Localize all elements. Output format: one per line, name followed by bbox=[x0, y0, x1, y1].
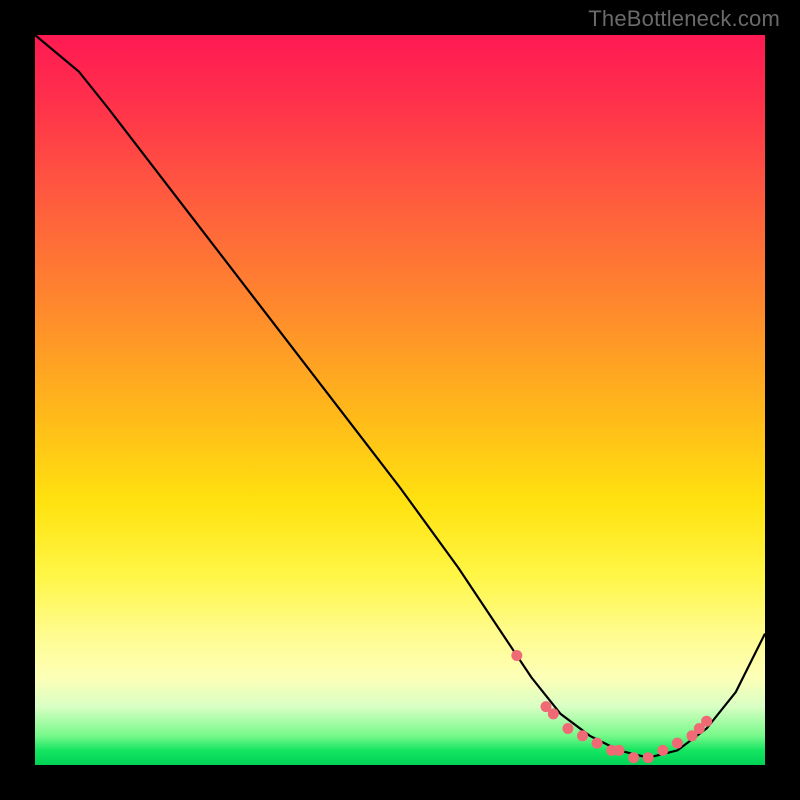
chart-frame: TheBottleneck.com bbox=[0, 0, 800, 800]
marker-dot bbox=[657, 745, 668, 756]
watermark-text: TheBottleneck.com bbox=[588, 6, 780, 32]
marker-dot bbox=[701, 716, 712, 727]
marker-dot bbox=[628, 752, 639, 763]
marker-dot bbox=[548, 708, 559, 719]
marker-dot bbox=[614, 745, 625, 756]
plot-area bbox=[35, 35, 765, 765]
marker-dot bbox=[643, 752, 654, 763]
marker-dot bbox=[562, 723, 573, 734]
bottleneck-curve bbox=[35, 35, 765, 758]
chart-svg bbox=[35, 35, 765, 765]
marker-dot bbox=[511, 650, 522, 661]
marker-dot bbox=[577, 730, 588, 741]
marker-dot bbox=[592, 738, 603, 749]
marker-dot bbox=[672, 738, 683, 749]
